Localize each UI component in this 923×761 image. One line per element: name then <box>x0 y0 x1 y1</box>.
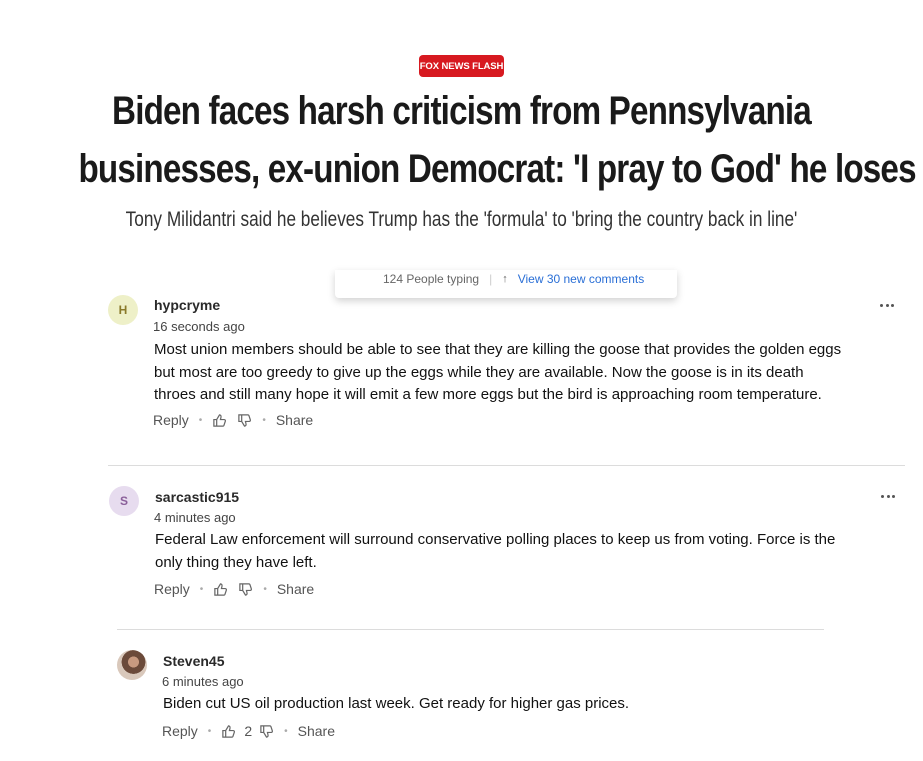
arrow-up-icon: ↑ <box>502 273 508 285</box>
new-comments-toast[interactable]: 124 People typing | ↑ View 30 new commen… <box>335 270 677 298</box>
comment-actions: Reply • • Share <box>153 412 313 428</box>
thumbs-down-icon[interactable] <box>259 724 274 739</box>
comment-username[interactable]: sarcastic915 <box>155 489 239 505</box>
comment-actions: Reply • 2 • Share <box>162 723 335 739</box>
comment-timestamp: 6 minutes ago <box>162 674 244 689</box>
more-options-icon[interactable] <box>881 495 895 499</box>
comment-username[interactable]: Steven45 <box>163 653 224 669</box>
kicker-badge[interactable]: FOX NEWS FLASH <box>419 55 504 77</box>
comment-line: Federal Law enforcement will surround co… <box>155 531 836 548</box>
article-subheadline: Tony Milidantri said he believes Trump h… <box>125 208 798 231</box>
like-count: 2 <box>244 723 253 739</box>
comment-body: Most union members should be able to see… <box>154 339 841 407</box>
separator-dot: • <box>262 414 266 426</box>
headline-line-2: businesses, ex-union Democrat: 'I pray t… <box>78 147 916 191</box>
reply-button[interactable]: Reply <box>154 581 190 597</box>
comment-line: throes and still many hope it will emit … <box>154 386 822 403</box>
view-new-comments-link[interactable]: View 30 new comments <box>518 272 645 286</box>
comment-divider <box>117 629 824 630</box>
thumbs-down-icon[interactable] <box>238 582 253 597</box>
comment-actions: Reply • • Share <box>154 581 314 597</box>
reply-button[interactable]: Reply <box>153 412 189 428</box>
avatar[interactable]: H <box>108 295 138 325</box>
article-headline: Biden faces harsh criticism from Pennsyl… <box>78 82 916 198</box>
share-button[interactable]: Share <box>298 723 335 739</box>
comment-timestamp: 4 minutes ago <box>154 510 236 525</box>
separator-dot: • <box>207 725 212 737</box>
thumbs-up-icon[interactable] <box>221 724 236 739</box>
headline-line-1: Biden faces harsh criticism from Pennsyl… <box>112 89 812 133</box>
share-button[interactable]: Share <box>277 581 314 597</box>
toast-divider: | <box>489 272 493 286</box>
comment-line: but most are too greedy to give up the e… <box>154 363 804 381</box>
separator-dot: • <box>263 583 267 595</box>
reply-button[interactable]: Reply <box>162 723 198 739</box>
comment-line: Most union members should be able to see… <box>154 341 842 358</box>
comment-body: Federal Law enforcement will surround co… <box>155 529 835 574</box>
separator-dot: • <box>199 583 204 595</box>
typing-indicator: 124 People typing <box>383 272 480 286</box>
thumbs-up-icon[interactable] <box>212 413 227 428</box>
share-button[interactable]: Share <box>276 412 313 428</box>
comment-timestamp: 16 seconds ago <box>153 319 245 334</box>
more-options-icon[interactable] <box>880 304 894 308</box>
avatar[interactable]: S <box>109 486 139 516</box>
comment-body: Biden cut US oil production last week. G… <box>163 693 629 716</box>
comment-username[interactable]: hypcryme <box>154 297 220 313</box>
comment-divider <box>108 465 905 466</box>
thumbs-down-icon[interactable] <box>237 413 252 428</box>
thumbs-up-icon[interactable] <box>213 582 228 597</box>
separator-dot: • <box>284 725 288 737</box>
avatar[interactable] <box>117 650 147 680</box>
separator-dot: • <box>198 414 203 426</box>
comment-line: only thing they have left. <box>155 553 317 571</box>
comment-line: Biden cut US oil production last week. G… <box>163 695 630 712</box>
